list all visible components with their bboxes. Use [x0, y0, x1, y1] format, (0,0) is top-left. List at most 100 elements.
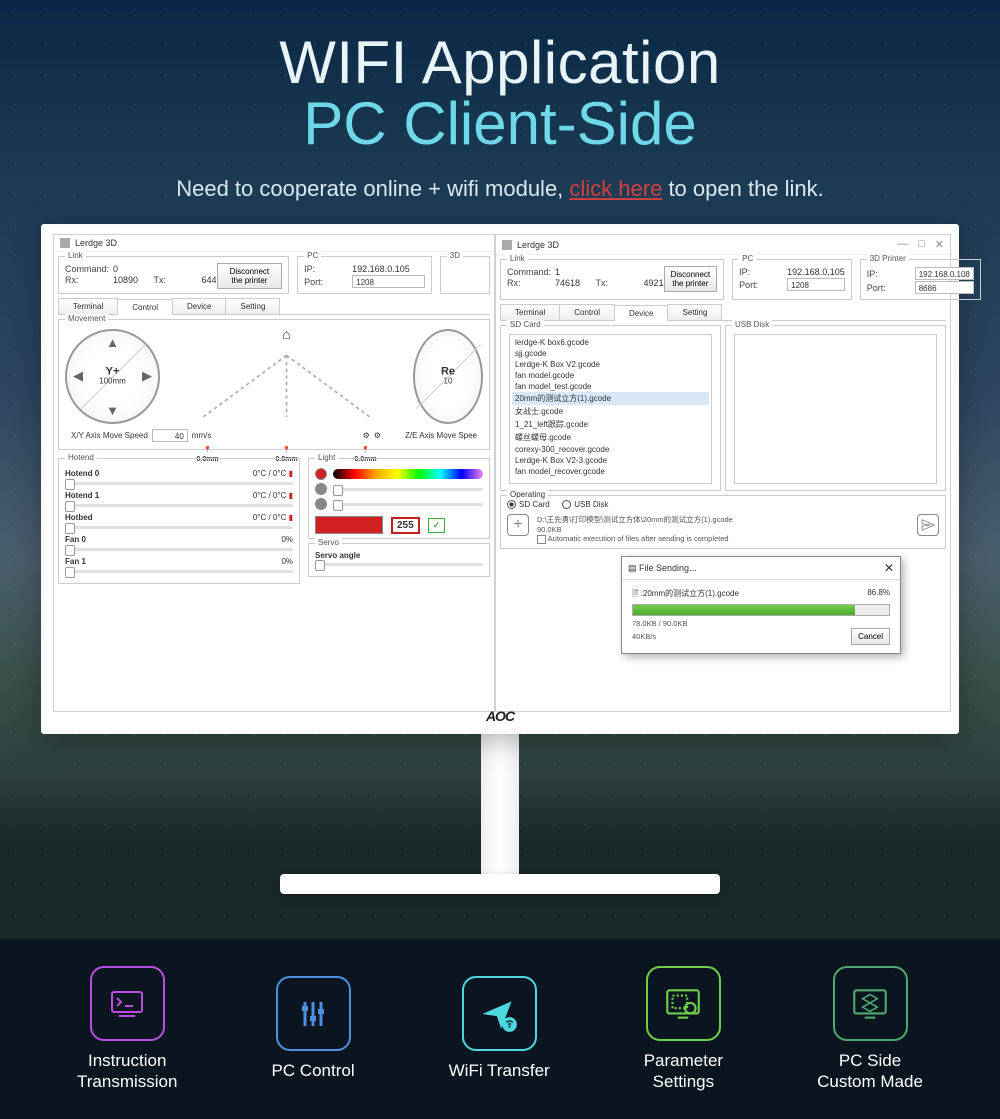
light-value-input[interactable]: 255 [391, 517, 420, 534]
file-item[interactable]: 螺丝螺母.gcode [512, 431, 709, 444]
app-icon [502, 240, 512, 250]
file-item[interactable]: fan model_test.gcode [512, 381, 709, 392]
pin-icon[interactable]: 📍 [203, 446, 212, 454]
xy-dpad[interactable]: ▲ ▼ ◀ ▶ Y+100mm [65, 329, 160, 424]
window-title: Lerdge 3D [517, 240, 559, 250]
servo-group: Servo Servo angle [308, 543, 490, 577]
pc-port-input[interactable]: 1208 [787, 278, 845, 291]
hero-title-1: WIFI Application [0, 28, 1000, 97]
monitor-brand: AOC [486, 708, 514, 724]
tab-setting[interactable]: Setting [667, 304, 722, 320]
file-item[interactable]: sjj.gcode [512, 348, 709, 359]
disconnect-button[interactable]: Disconnect the printer [664, 266, 718, 292]
file-sending-dialog: ▤ File Sending...✕ 🗎 :20mm的测试立方(1).gcode… [621, 556, 901, 654]
features-bar: InstructionTransmission PC Control WiFi … [0, 939, 1000, 1119]
click-here-link[interactable]: click here [569, 176, 662, 201]
file-list-usb[interactable] [734, 334, 937, 484]
usb-disk-group: USB Disk [725, 325, 946, 491]
arrow-up-icon[interactable]: ▲ [106, 335, 119, 350]
tab-terminal[interactable]: Terminal [58, 298, 118, 314]
tab-device[interactable]: Device [614, 305, 668, 321]
hotbed-slider[interactable] [65, 526, 293, 529]
movement-group: Movement ▲ ▼ ◀ ▶ Y+100mm ⌂ 📍📍📍 [58, 319, 490, 450]
titlebar[interactable]: Lerdge 3D [54, 235, 494, 252]
feature-custom: PC SideCustom Made [817, 966, 923, 1092]
tab-control[interactable]: Control [117, 299, 173, 315]
file-item[interactable]: Lerdge-K Box V2.gcode [512, 359, 709, 370]
radio-usb[interactable]: USB Disk [562, 500, 608, 509]
maximize-icon[interactable]: □ [918, 238, 925, 251]
tab-device[interactable]: Device [172, 298, 226, 314]
printer-port-input[interactable]: 8686 [915, 281, 974, 294]
pin-icon[interactable]: 📍 [361, 446, 370, 454]
light-group: Light 255 ✓ [308, 458, 490, 539]
close-icon[interactable]: ✕ [935, 238, 944, 251]
window-title: Lerdge 3D [75, 238, 117, 248]
led-grey-icon[interactable] [315, 498, 327, 510]
home-icon[interactable]: ⌂ [282, 326, 290, 342]
file-item[interactable]: fan model.gcode [512, 370, 709, 381]
settings-screen-icon [646, 966, 721, 1041]
printer-group: 3D [440, 256, 490, 294]
titlebar[interactable]: Lerdge 3D — □ ✕ [496, 235, 950, 255]
sd-card-group: SD Card lerdge-K box6.gcodesjj.gcodeLerd… [500, 325, 721, 491]
arrow-left-icon[interactable]: ◀ [73, 368, 83, 384]
radio-sd[interactable]: SD Card [507, 500, 550, 509]
file-item[interactable]: corexy-300_recover.gcode [512, 444, 709, 455]
sliders-icon [276, 976, 351, 1051]
file-icon: 🗎 [632, 589, 638, 598]
file-list[interactable]: lerdge-K box6.gcodesjj.gcodeLerdge-K Box… [509, 334, 712, 484]
minimize-icon[interactable]: — [897, 238, 908, 251]
auto-exec-checkbox[interactable] [537, 535, 546, 544]
color-preview [315, 516, 383, 534]
feature-wifi-transfer: WiFi Transfer [449, 976, 550, 1081]
file-item[interactable]: 1_21_left跟踪.gcode [512, 418, 709, 431]
send-icon[interactable] [917, 514, 939, 536]
hotend0-slider[interactable] [65, 482, 293, 485]
feature-parameter: ParameterSettings [644, 966, 723, 1092]
pc-group: PC IP:192.168.0.105 Port:1208 [732, 259, 852, 300]
ze-dpad[interactable]: Re10 [413, 329, 483, 424]
hero-banner: WIFI Application PC Client-Side Need to … [0, 0, 1000, 202]
printer-group: 3D Printer IP:192.168.0.108 Port:8686 [860, 259, 981, 300]
file-item[interactable]: fan model_recover.gcode [512, 466, 709, 477]
pc-group: PC IP:192.168.0.105 Port:1208 [297, 256, 432, 294]
fan0-slider[interactable] [65, 548, 293, 551]
hotend1-slider[interactable] [65, 504, 293, 507]
app-window-device: Lerdge 3D —□✕ Link Command:1 Rx:74618 Tx… [495, 234, 951, 712]
printer-ip-input[interactable]: 192.168.0.108 [915, 267, 974, 280]
arrow-right-icon[interactable]: ▶ [142, 368, 152, 384]
file-item[interactable]: lerdge-K box6.gcode [512, 337, 709, 348]
operating-group: Operating SD Card USB Disk + D:\王先勇\打印模型… [500, 495, 946, 549]
tabs: Terminal Control Device Setting [500, 304, 946, 321]
home-diagram: ⌂ 📍📍📍 0.0mm0.0mm0.0mm [168, 326, 405, 426]
servo-slider[interactable] [315, 563, 483, 566]
cancel-button[interactable]: Cancel [851, 628, 890, 645]
app-window-control: Lerdge 3D Link Command:0 Rx:10890 Tx:644… [53, 234, 495, 712]
light-slider[interactable] [333, 503, 483, 506]
tab-control[interactable]: Control [559, 304, 615, 320]
add-file-icon[interactable]: + [507, 514, 529, 536]
close-icon[interactable]: ✕ [884, 561, 894, 575]
hero-title-2: PC Client-Side [0, 89, 1000, 158]
light-ok-button[interactable]: ✓ [428, 518, 446, 533]
light-slider[interactable] [333, 488, 483, 491]
monitor-mockup: Lerdge 3D Link Command:0 Rx:10890 Tx:644… [41, 224, 959, 894]
file-item[interactable]: Lerdge-K Box V2-3.gcode [512, 455, 709, 466]
led-red-icon[interactable] [315, 468, 327, 480]
progress-bar [632, 604, 890, 616]
led-grey-icon[interactable] [315, 483, 327, 495]
tab-terminal[interactable]: Terminal [500, 304, 560, 320]
fan1-slider[interactable] [65, 570, 293, 573]
app-icon [60, 238, 70, 248]
disconnect-button[interactable]: Disconnect the printer [217, 263, 283, 289]
hue-slider[interactable] [333, 469, 483, 479]
feature-instruction: InstructionTransmission [77, 966, 177, 1092]
tab-setting[interactable]: Setting [225, 298, 280, 314]
pc-port-input[interactable]: 1208 [352, 275, 425, 288]
link-group: Link Command:0 Rx:10890 Tx:644 Disconnec… [58, 256, 289, 294]
pin-icon[interactable]: 📍 [282, 446, 291, 454]
file-item[interactable]: 20mm的测试立方(1).gcode [512, 392, 709, 405]
file-item[interactable]: 女战士.gcode [512, 405, 709, 418]
arrow-down-icon[interactable]: ▼ [106, 403, 119, 418]
